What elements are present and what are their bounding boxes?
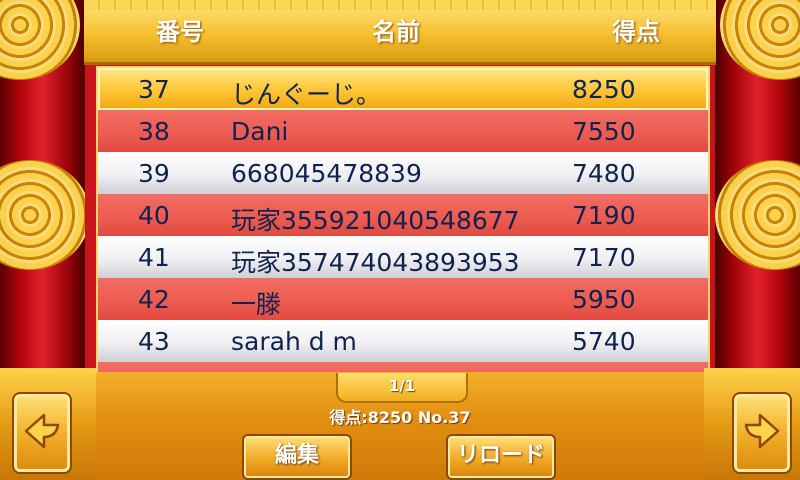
player-score: 7190 [572, 201, 636, 230]
dragon-ornament-right [720, 0, 800, 80]
rank-number: 38 [138, 117, 170, 146]
header-pattern [84, 0, 716, 10]
rank-number: 43 [138, 327, 170, 356]
table-row[interactable]: 43 sarah d m 5740 [98, 320, 708, 362]
ranking-list[interactable]: 37 じんぐーじ。 8250 38 Dani 7550 39 668045478… [96, 66, 710, 376]
dragon-ornament-left-2 [0, 160, 85, 270]
reload-button[interactable]: リロード [446, 434, 556, 480]
table-header: 番号 名前 得点 [84, 0, 716, 65]
column-header-number: 番号 [156, 18, 204, 46]
table-row[interactable]: 42 一滕 5950 [98, 278, 708, 320]
player-name: sarah d m [231, 327, 357, 356]
page-indicator: 1/1 [336, 373, 468, 403]
rank-number: 42 [138, 285, 170, 314]
table-row[interactable]: 41 玩家357474043893953 7170 [98, 236, 708, 278]
player-score: 5740 [572, 327, 636, 356]
player-score: 5950 [572, 285, 636, 314]
player-score: 7480 [572, 159, 636, 188]
dragon-ornament-right-2 [715, 160, 800, 270]
arrow-left-icon [24, 413, 60, 449]
table-row[interactable]: 39 668045478839 7480 [98, 152, 708, 194]
table-row[interactable]: 37 じんぐーじ。 8250 [98, 68, 708, 110]
dragon-ornament-left [0, 0, 80, 80]
player-name: 玩家355921040548677 [231, 206, 520, 235]
player-name: 一滕 [231, 290, 282, 319]
player-score: 8250 [572, 75, 636, 104]
edit-button[interactable]: 編集 [242, 434, 352, 480]
player-score: 7170 [572, 243, 636, 272]
player-score: 7550 [572, 117, 636, 146]
next-page-button[interactable] [732, 392, 792, 474]
table-row[interactable]: 38 Dani 7550 [98, 110, 708, 152]
player-name: 玩家357474043893953 [231, 248, 520, 277]
status-text: 得点:8250 No.37 [329, 408, 471, 427]
table-row[interactable]: 40 玩家355921040548677 7190 [98, 194, 708, 236]
player-name: 668045478839 [231, 159, 422, 188]
column-header-score: 得点 [612, 18, 660, 46]
rank-number: 40 [138, 201, 170, 230]
player-name: じんぐーじ。 [231, 80, 382, 109]
rank-number: 39 [138, 159, 170, 188]
rank-number: 41 [138, 243, 170, 272]
arrow-right-icon [744, 413, 780, 449]
previous-page-button[interactable] [12, 392, 72, 474]
column-header-name: 名前 [372, 18, 420, 46]
player-name: Dani [231, 117, 289, 146]
rank-number: 37 [138, 75, 170, 104]
